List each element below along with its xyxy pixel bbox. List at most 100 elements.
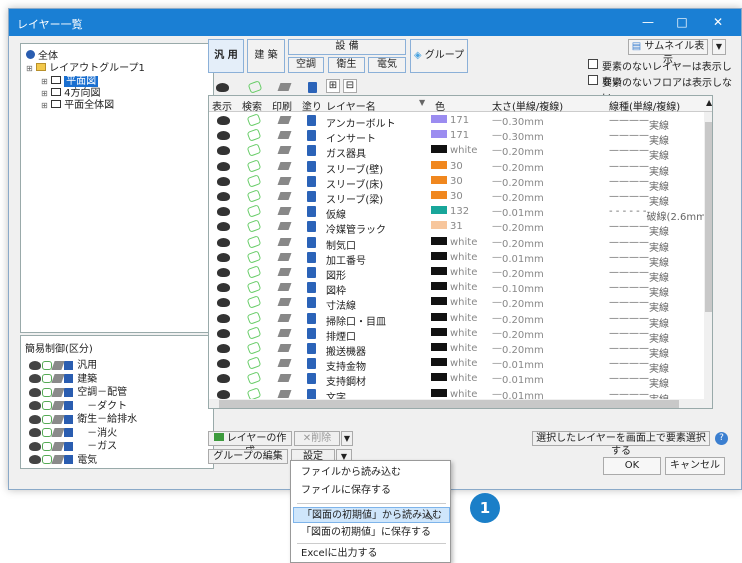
print-icon[interactable] <box>277 207 292 216</box>
print-icon[interactable] <box>51 360 65 370</box>
visibility-icon[interactable] <box>29 428 41 437</box>
color-swatch[interactable] <box>431 312 447 321</box>
layer-row[interactable]: スリーブ(梁) 30— 0.20mm ———— 実線 <box>209 189 704 208</box>
fill-icon[interactable] <box>307 327 316 339</box>
fill-icon[interactable] <box>307 343 316 354</box>
color-swatch[interactable] <box>431 160 447 169</box>
fill-icon[interactable] <box>64 414 73 424</box>
visibility-icon[interactable] <box>217 146 230 156</box>
tab-architecture[interactable]: 建 築 <box>247 39 285 73</box>
fill-icon[interactable] <box>64 387 73 397</box>
fill-icon[interactable] <box>64 374 73 383</box>
visibility-icon[interactable] <box>217 283 230 293</box>
col-search[interactable]: 検索 <box>242 98 262 113</box>
fill-icon[interactable] <box>307 175 316 187</box>
search-icon[interactable] <box>246 295 262 310</box>
print-icon[interactable] <box>277 116 292 124</box>
tab-plumbing[interactable]: 衛生 <box>328 57 365 73</box>
print-icon[interactable] <box>51 414 65 424</box>
visibility-icon[interactable] <box>29 441 41 451</box>
layer-row[interactable]: スリーブ(床) 30— 0.20mm ———— 実線 <box>209 174 704 193</box>
visibility-icon[interactable] <box>29 374 41 383</box>
visibility-icon[interactable] <box>217 222 230 232</box>
layer-row[interactable]: 冷媒管ラック 31— 0.20mm ———— 実線 <box>209 219 704 238</box>
tab-general[interactable]: 汎 用 <box>208 39 244 73</box>
layer-row[interactable]: 搬送機器 white — 0.20mm ———— 実線 <box>209 341 704 360</box>
grid-view-icon[interactable]: ⊞ <box>326 79 340 93</box>
fill-icon[interactable] <box>307 282 316 294</box>
layer-row[interactable]: 加工番号 white — 0.01mm ———— 実線 <box>209 250 704 269</box>
search-icon[interactable] <box>246 310 262 325</box>
layer-row[interactable]: アンカーボルト 171— 0.30mm ———— 実線 <box>209 113 704 132</box>
fill-icon[interactable] <box>307 312 316 324</box>
layer-row[interactable]: 図形 white — 0.20mm ———— 実線 <box>209 265 704 284</box>
print-icon[interactable] <box>277 237 292 246</box>
tab-electric[interactable]: 電気 <box>368 57 406 73</box>
search-icon[interactable] <box>246 326 262 340</box>
visibility-icon[interactable] <box>217 268 230 277</box>
print-icon[interactable] <box>277 146 292 155</box>
visibility-icon[interactable] <box>217 374 230 384</box>
print-icon[interactable] <box>277 344 292 352</box>
vertical-scroll-thumb[interactable] <box>705 122 712 312</box>
color-swatch[interactable] <box>431 191 447 199</box>
visibility-icon[interactable] <box>29 387 41 397</box>
print-icon[interactable] <box>277 313 292 322</box>
fill-icon[interactable] <box>307 221 316 233</box>
print-icon[interactable] <box>277 192 292 200</box>
print-icon[interactable] <box>51 441 65 451</box>
search-icon[interactable] <box>246 356 262 370</box>
search-icon[interactable] <box>246 280 262 294</box>
visibility-icon[interactable] <box>217 116 230 125</box>
color-swatch[interactable] <box>431 388 447 397</box>
print-icon[interactable] <box>277 389 292 398</box>
visibility-icon[interactable] <box>29 455 41 464</box>
print-icon[interactable] <box>277 328 292 337</box>
visibility-icon[interactable] <box>29 360 41 370</box>
layer-row[interactable]: スリーブ(壁) 30— 0.20mm ———— 実線 <box>209 158 704 178</box>
fill-icon[interactable] <box>307 145 316 157</box>
color-swatch[interactable] <box>431 175 447 184</box>
col-fill[interactable]: 塗り <box>302 98 322 113</box>
expand-icon[interactable]: ⊞ <box>41 101 48 110</box>
fill-icon[interactable] <box>64 441 73 451</box>
visibility-icon[interactable] <box>217 359 230 369</box>
search-icon[interactable] <box>246 234 262 249</box>
search-icon[interactable] <box>246 341 262 355</box>
print-icon[interactable] <box>51 455 65 464</box>
layer-row[interactable]: 寸法線 white — 0.20mm ———— 実線 <box>209 295 704 314</box>
fill-icon[interactable] <box>64 455 73 464</box>
print-icon[interactable] <box>51 387 65 397</box>
select-on-screen-button[interactable]: 選択したレイヤーを画面上で要素選択する <box>532 431 710 457</box>
fill-icon[interactable] <box>307 206 316 218</box>
horizontal-scroll-thumb[interactable] <box>219 400 679 408</box>
print-icon[interactable] <box>277 222 292 231</box>
visibility-toggle-icon[interactable] <box>216 83 229 92</box>
layer-row[interactable]: 図枠 white — 0.10mm ———— 実線 <box>209 280 704 299</box>
layer-row[interactable]: ガス器具 white — 0.20mm ———— 実線 <box>209 143 704 162</box>
col-print[interactable]: 印刷 <box>272 98 292 113</box>
visibility-icon[interactable] <box>217 131 230 141</box>
color-swatch[interactable] <box>431 130 447 139</box>
search-icon[interactable] <box>246 158 262 173</box>
search-icon[interactable] <box>246 143 262 158</box>
fill-icon[interactable] <box>307 115 316 126</box>
close-button[interactable]: ✕ <box>703 13 733 31</box>
tab-hvac[interactable]: 空調 <box>288 57 324 73</box>
thumbnail-dropdown-button[interactable]: ▼ <box>712 39 726 55</box>
search-icon[interactable] <box>42 360 52 370</box>
search-icon[interactable] <box>246 189 262 203</box>
list-view-icon[interactable]: ⊟ <box>343 79 357 93</box>
color-swatch[interactable] <box>431 373 447 382</box>
visibility-icon[interactable] <box>217 237 230 247</box>
search-icon[interactable] <box>246 250 262 264</box>
visibility-icon[interactable] <box>217 313 230 323</box>
tab-group[interactable]: ◈ グループ <box>410 39 468 73</box>
fill-icon[interactable] <box>307 160 316 172</box>
visibility-icon[interactable] <box>217 389 230 399</box>
col-linetype[interactable]: 線種(単線/複線) <box>609 98 680 113</box>
create-layer-button[interactable]: レイヤーの作成 <box>208 431 292 457</box>
visibility-icon[interactable] <box>217 298 230 308</box>
fill-icon[interactable] <box>64 428 73 437</box>
search-icon[interactable] <box>246 265 262 279</box>
